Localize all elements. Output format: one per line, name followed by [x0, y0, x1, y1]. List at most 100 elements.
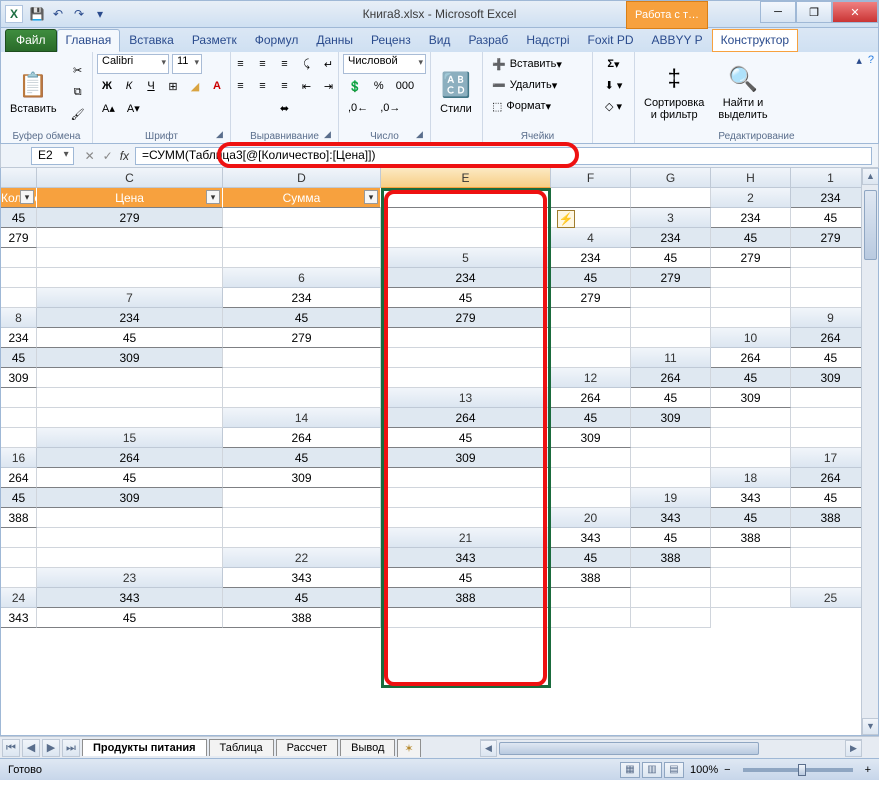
cell[interactable] — [381, 488, 551, 508]
cell[interactable] — [631, 188, 711, 208]
col-header-H[interactable]: H — [711, 168, 791, 188]
row-header[interactable]: 23 — [37, 568, 223, 588]
cell[interactable] — [551, 608, 631, 628]
cell[interactable] — [223, 348, 381, 368]
cell[interactable] — [711, 548, 791, 568]
tab-design[interactable]: Конструктор — [712, 29, 798, 52]
tab-nav-prev-icon[interactable]: ◀ — [22, 739, 40, 757]
cell[interactable] — [711, 288, 791, 308]
cell[interactable] — [711, 428, 791, 448]
sheet-tab-0[interactable]: Продукты питания — [82, 739, 207, 756]
cell[interactable] — [1, 288, 37, 308]
cell[interactable] — [223, 508, 381, 528]
cell[interactable]: 388 — [631, 548, 711, 568]
cell[interactable] — [381, 208, 551, 228]
cell[interactable] — [381, 328, 551, 348]
cell[interactable]: 343 — [381, 548, 551, 568]
increase-indent-icon[interactable]: ⇥ — [319, 76, 339, 96]
copy-icon[interactable]: ⧉ — [66, 82, 90, 102]
cell[interactable]: 388 — [223, 608, 381, 628]
cell[interactable] — [37, 548, 223, 568]
border-icon[interactable]: ⊞ — [163, 76, 183, 96]
ribbon-minimize-icon[interactable]: ▴ — [856, 54, 862, 67]
cell[interactable] — [223, 488, 381, 508]
cell[interactable]: 343 — [37, 588, 223, 608]
cell[interactable] — [1, 428, 37, 448]
cell[interactable] — [37, 368, 223, 388]
cell[interactable] — [1, 568, 37, 588]
cell[interactable]: 279 — [223, 328, 381, 348]
decrease-indent-icon[interactable]: ⇤ — [297, 76, 317, 96]
cell[interactable] — [791, 408, 871, 428]
cell[interactable]: 309 — [381, 448, 551, 468]
zoom-knob[interactable] — [798, 764, 806, 776]
cell[interactable]: 309 — [223, 468, 381, 488]
cell[interactable]: 234 — [37, 308, 223, 328]
cell[interactable] — [1, 528, 37, 548]
row-header[interactable]: 20 — [551, 508, 631, 528]
align-left-icon[interactable]: ≡ — [231, 76, 251, 96]
sheet-tab-3[interactable]: Вывод — [340, 739, 395, 756]
filter-icon[interactable]: ▾ — [20, 190, 34, 204]
cell[interactable] — [631, 288, 711, 308]
cells-delete-button[interactable]: ➖ Удалить ▾ — [487, 75, 562, 95]
cell[interactable]: 279 — [791, 228, 871, 248]
cell[interactable] — [1, 408, 37, 428]
cell[interactable] — [631, 308, 711, 328]
cell[interactable]: 45 — [381, 568, 551, 588]
row-header[interactable]: 1 — [791, 168, 871, 188]
tab-abbyy[interactable]: ABBYY P — [643, 29, 712, 52]
cell[interactable]: 279 — [381, 308, 551, 328]
cell[interactable] — [381, 368, 551, 388]
decrease-font-icon[interactable]: A▾ — [122, 98, 145, 118]
cell[interactable] — [711, 408, 791, 428]
wrap-text-icon[interactable]: ↵ — [319, 54, 339, 74]
cell[interactable] — [631, 568, 711, 588]
tab-nav-last-icon[interactable]: ⏭ — [62, 739, 80, 757]
tab-pagelayout[interactable]: Разметк — [183, 29, 246, 52]
cell[interactable]: 309 — [37, 488, 223, 508]
cell[interactable]: 279 — [551, 288, 631, 308]
styles-button[interactable]: 🔠 Стили — [435, 66, 477, 118]
formula-input[interactable]: =СУММ(Таблица3[@[Количество]:[Цена]]) — [135, 147, 872, 165]
cell[interactable] — [381, 608, 551, 628]
sort-filter-button[interactable]: ‡ Сортировка и фильтр — [639, 60, 709, 124]
cell[interactable]: 45 — [631, 248, 711, 268]
tab-nav-first-icon[interactable]: ⏮ — [2, 739, 20, 757]
qat-more-icon[interactable]: ▾ — [92, 6, 108, 22]
cell[interactable]: 264 — [631, 368, 711, 388]
cell[interactable]: 234 — [1, 328, 37, 348]
cell[interactable]: 264 — [37, 448, 223, 468]
fill-icon[interactable]: ⬇ ▾ — [600, 75, 628, 95]
cell[interactable] — [1, 388, 37, 408]
bold-button[interactable]: Ж — [97, 76, 117, 96]
format-painter-icon[interactable]: 🖌 — [66, 104, 90, 124]
cell[interactable] — [711, 448, 791, 468]
cell[interactable]: 45 — [791, 348, 871, 368]
cell[interactable]: 279 — [37, 208, 223, 228]
tab-formulas[interactable]: Формул — [246, 29, 308, 52]
row-header[interactable]: 18 — [711, 468, 791, 488]
cell[interactable]: 264 — [1, 468, 37, 488]
cell[interactable]: 45 — [631, 528, 711, 548]
cell[interactable]: 388 — [551, 568, 631, 588]
cell[interactable]: 309 — [711, 388, 791, 408]
cell[interactable] — [381, 468, 551, 488]
name-box[interactable]: E2 — [31, 147, 74, 165]
cell[interactable]: 45 — [1, 208, 37, 228]
cell[interactable]: 309 — [551, 428, 631, 448]
cell[interactable]: 45 — [37, 468, 223, 488]
cell[interactable] — [791, 548, 871, 568]
cell[interactable]: 343 — [1, 608, 37, 628]
cell[interactable]: 264 — [791, 328, 871, 348]
row-header[interactable]: 5 — [381, 248, 551, 268]
cell[interactable] — [1, 248, 37, 268]
tab-addins[interactable]: Надстрі — [517, 29, 578, 52]
cell[interactable] — [791, 288, 871, 308]
cell[interactable] — [551, 328, 631, 348]
cell[interactable] — [37, 268, 223, 288]
scroll-up-icon[interactable]: ▲ — [862, 168, 879, 185]
cell[interactable]: 45 — [223, 308, 381, 328]
cell[interactable] — [631, 448, 711, 468]
cell[interactable] — [223, 208, 381, 228]
